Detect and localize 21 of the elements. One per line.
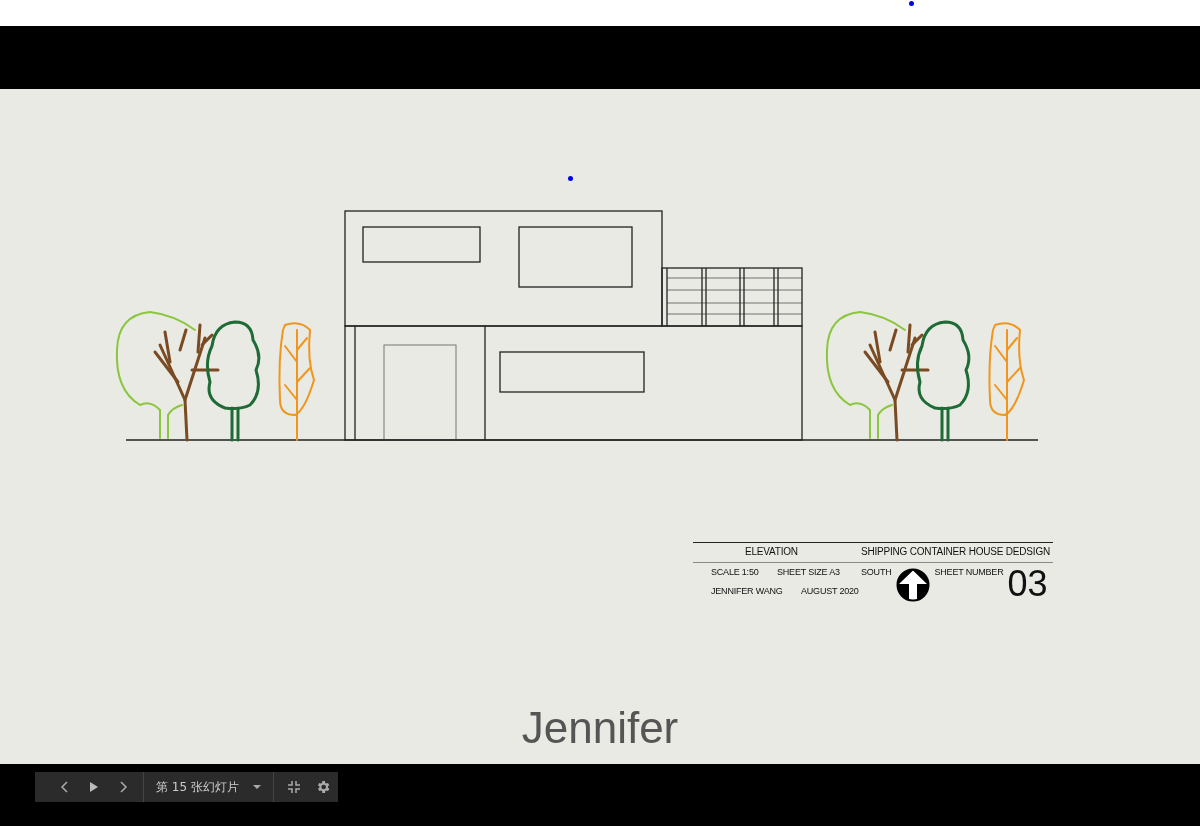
sheet-number: 03: [1007, 566, 1048, 602]
sheet-size-label: SHEET SIZE A3: [777, 567, 841, 577]
caret-icon: [252, 784, 261, 790]
project-title: SHIPPING CONTAINER HOUSE DEDSIGN: [861, 546, 1050, 557]
slide-caption: Jennifer: [520, 703, 680, 753]
pointer-dot: [909, 1, 914, 6]
chevron-left-icon: [59, 781, 70, 793]
view-label: ELEVATION: [745, 546, 798, 557]
pointer-dot: [568, 176, 573, 181]
orientation-label: SOUTH: [861, 567, 892, 577]
sheet-number-label: SHEET NUMBER: [934, 567, 1004, 577]
author-name: JENNIFER WANG: [711, 586, 784, 596]
chevron-right-icon: [117, 781, 128, 793]
date-label: AUGUST 2020: [801, 586, 859, 596]
settings-icon: [315, 779, 332, 795]
play-icon: [88, 781, 99, 793]
exit-fullscreen-icon: [288, 781, 301, 793]
north-arrow-icon: [895, 568, 930, 602]
scale-label: SCALE 1:50: [711, 567, 760, 577]
slide-selector[interactable]: 第 15 张幻灯片: [150, 775, 267, 799]
slide-number-label: 第 15 张幻灯片: [156, 778, 239, 796]
